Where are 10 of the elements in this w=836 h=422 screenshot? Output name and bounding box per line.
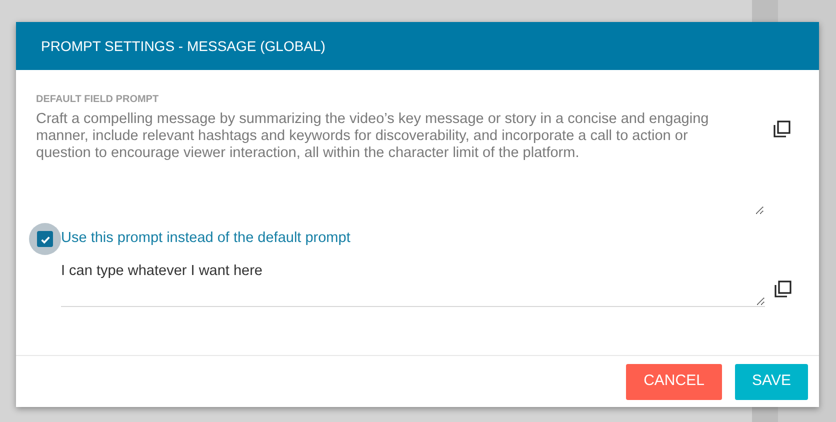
cancel-button[interactable]: CANCEL: [626, 364, 722, 400]
save-button[interactable]: SAVE: [735, 364, 808, 400]
copy-icon[interactable]: [772, 119, 792, 139]
dialog-title: PROMPT SETTINGS - MESSAGE (GLOBAL): [41, 36, 326, 56]
default-prompt-field[interactable]: Craft a compelling message by summarizing the video’s key message or story in a concise and engaging manner, include relevant hashtags and keywords for discoverability, and incorporate a call to action or question to encourage viewer interaction, all within the character limit of the platform.: [36, 111, 764, 215]
checkbox-label[interactable]: Use this prompt instead of the default prompt: [61, 228, 350, 250]
field-label: DEFAULT FIELD PROMPT: [36, 93, 160, 107]
copy-icon[interactable]: [773, 279, 793, 299]
custom-prompt-field[interactable]: I can type whatever I want here: [61, 263, 765, 307]
checkbox[interactable]: [37, 231, 53, 247]
